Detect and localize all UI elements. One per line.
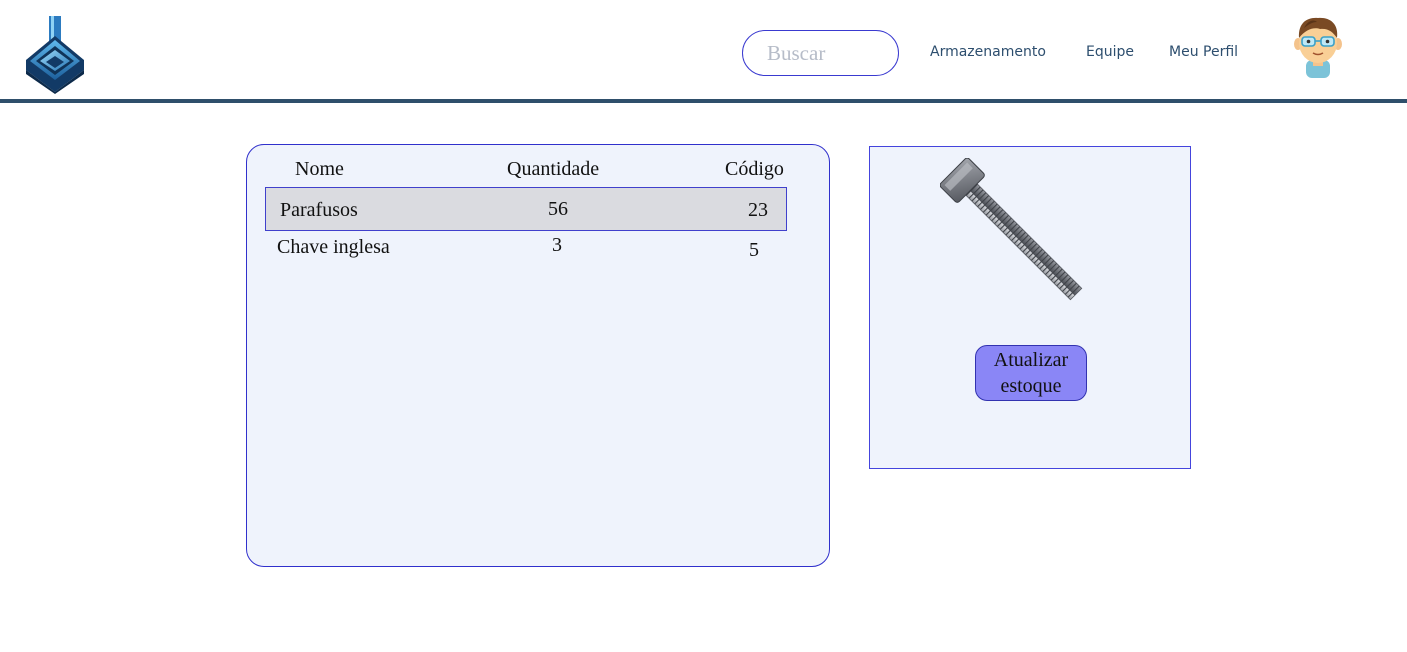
nav-armazenamento[interactable]: Armazenamento bbox=[930, 44, 1046, 60]
search-input[interactable] bbox=[742, 30, 899, 76]
top-header: Armazenamento Equipe Meu Perfil bbox=[0, 0, 1407, 99]
cell-codigo: 5 bbox=[749, 239, 759, 261]
update-stock-label-line2: estoque bbox=[1000, 375, 1062, 397]
cell-nome: Parafusos bbox=[280, 199, 358, 221]
column-header-codigo: Código bbox=[725, 158, 784, 180]
column-header-nome: Nome bbox=[295, 158, 344, 180]
flask-shield-logo-icon[interactable] bbox=[22, 14, 88, 94]
cell-codigo: 23 bbox=[748, 199, 768, 221]
column-header-quantidade: Quantidade bbox=[507, 158, 600, 180]
scientist-avatar-icon[interactable] bbox=[1292, 16, 1344, 78]
cell-quantidade: 3 bbox=[552, 234, 562, 256]
header-divider bbox=[0, 99, 1407, 103]
nav-meu-perfil[interactable]: Meu Perfil bbox=[1169, 44, 1238, 60]
nav-equipe[interactable]: Equipe bbox=[1086, 44, 1134, 60]
bolt-icon bbox=[940, 158, 1083, 301]
update-stock-button[interactable]: Atualizar estoque bbox=[975, 345, 1087, 401]
cell-nome: Chave inglesa bbox=[277, 236, 390, 258]
cell-quantidade: 56 bbox=[548, 198, 568, 220]
update-stock-label-line1: Atualizar bbox=[993, 349, 1069, 371]
